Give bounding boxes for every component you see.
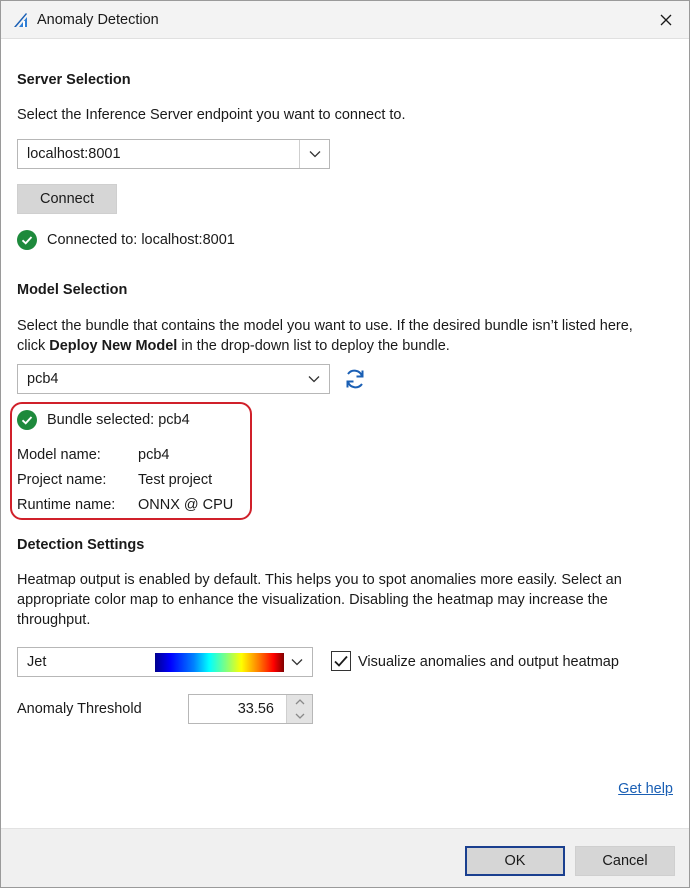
bundle-dropdown-button[interactable] — [299, 365, 329, 393]
model-name-value: pcb4 — [138, 447, 170, 463]
success-check-icon — [17, 410, 37, 430]
model-description-line1: Select the bundle that contains the mode… — [17, 318, 633, 334]
threshold-increment-button[interactable] — [287, 695, 312, 709]
runtime-name-value: ONNX @ CPU — [138, 497, 234, 513]
threshold-stepper — [286, 695, 312, 723]
server-status: Connected to: localhost:8001 — [17, 230, 235, 250]
model-description-line2: click Deploy New Model in the drop-down … — [17, 336, 450, 356]
title-bar: Anomaly Detection — [1, 1, 689, 39]
success-check-icon — [17, 230, 37, 250]
project-name-label: Project name: — [17, 472, 107, 488]
bundle-combobox[interactable]: pcb4 — [17, 364, 330, 394]
detection-description-line1: Heatmap output is enabled by default. Th… — [17, 572, 622, 588]
bundle-value: pcb4 — [27, 371, 59, 387]
dialog-footer: OK Cancel — [1, 828, 689, 887]
chevron-up-icon — [295, 699, 304, 705]
anomaly-threshold-value: 33.56 — [237, 701, 274, 717]
visualize-anomalies-label[interactable]: Visualize anomalies and output heatmap — [358, 652, 619, 672]
server-selection-heading: Server Selection — [17, 72, 131, 88]
detection-settings-heading: Detection Settings — [17, 537, 145, 553]
checkmark-icon — [334, 655, 348, 667]
colormap-value: Jet — [27, 654, 47, 670]
close-button[interactable] — [643, 1, 689, 39]
app-logo-icon — [14, 13, 27, 27]
jet-colormap-preview — [155, 653, 284, 672]
threshold-decrement-button[interactable] — [287, 709, 312, 723]
model-selection-heading: Model Selection — [17, 282, 128, 298]
chevron-down-icon — [309, 151, 320, 158]
chevron-down-icon — [291, 659, 303, 666]
server-status-text: Connected to: localhost:8001 — [47, 232, 235, 248]
anomaly-threshold-label: Anomaly Threshold — [17, 701, 142, 717]
visualize-anomalies-checkbox[interactable] — [331, 651, 351, 671]
detection-description-line3: throughput. — [17, 612, 91, 628]
window-title: Anomaly Detection — [37, 12, 159, 28]
project-name-value: Test project — [138, 472, 213, 488]
server-description: Select the Inference Server endpoint you… — [17, 107, 406, 123]
model-name-label: Model name: — [17, 447, 101, 463]
runtime-name-label: Runtime name: — [17, 497, 116, 513]
anomaly-detection-dialog: Anomaly Detection Server Selection Selec… — [0, 0, 690, 888]
bundle-status: Bundle selected: pcb4 — [17, 410, 190, 430]
colormap-combobox[interactable]: Jet — [17, 647, 313, 677]
close-icon — [660, 14, 672, 26]
refresh-icon[interactable] — [343, 368, 367, 390]
detection-description-line2: appropriate color map to enhance the vis… — [17, 592, 608, 608]
anomaly-threshold-spinbox[interactable]: 33.56 — [188, 694, 313, 724]
model-description-suffix: in the drop-down list to deploy the bund… — [177, 338, 450, 354]
server-endpoint-value: localhost:8001 — [27, 146, 121, 162]
cancel-button[interactable]: Cancel — [575, 846, 675, 876]
chevron-down-icon — [308, 376, 320, 383]
connect-button[interactable]: Connect — [17, 184, 117, 214]
ok-button[interactable]: OK — [465, 846, 565, 876]
chevron-down-icon — [295, 713, 304, 719]
model-description-prefix: click — [17, 338, 50, 354]
colormap-dropdown-button[interactable] — [282, 648, 312, 676]
server-endpoint-combobox[interactable]: localhost:8001 — [17, 139, 330, 169]
get-help-link[interactable]: Get help — [618, 781, 673, 797]
server-endpoint-dropdown-button[interactable] — [299, 140, 329, 168]
bundle-status-text: Bundle selected: pcb4 — [47, 412, 190, 428]
deploy-new-model-text: Deploy New Model — [49, 338, 178, 354]
